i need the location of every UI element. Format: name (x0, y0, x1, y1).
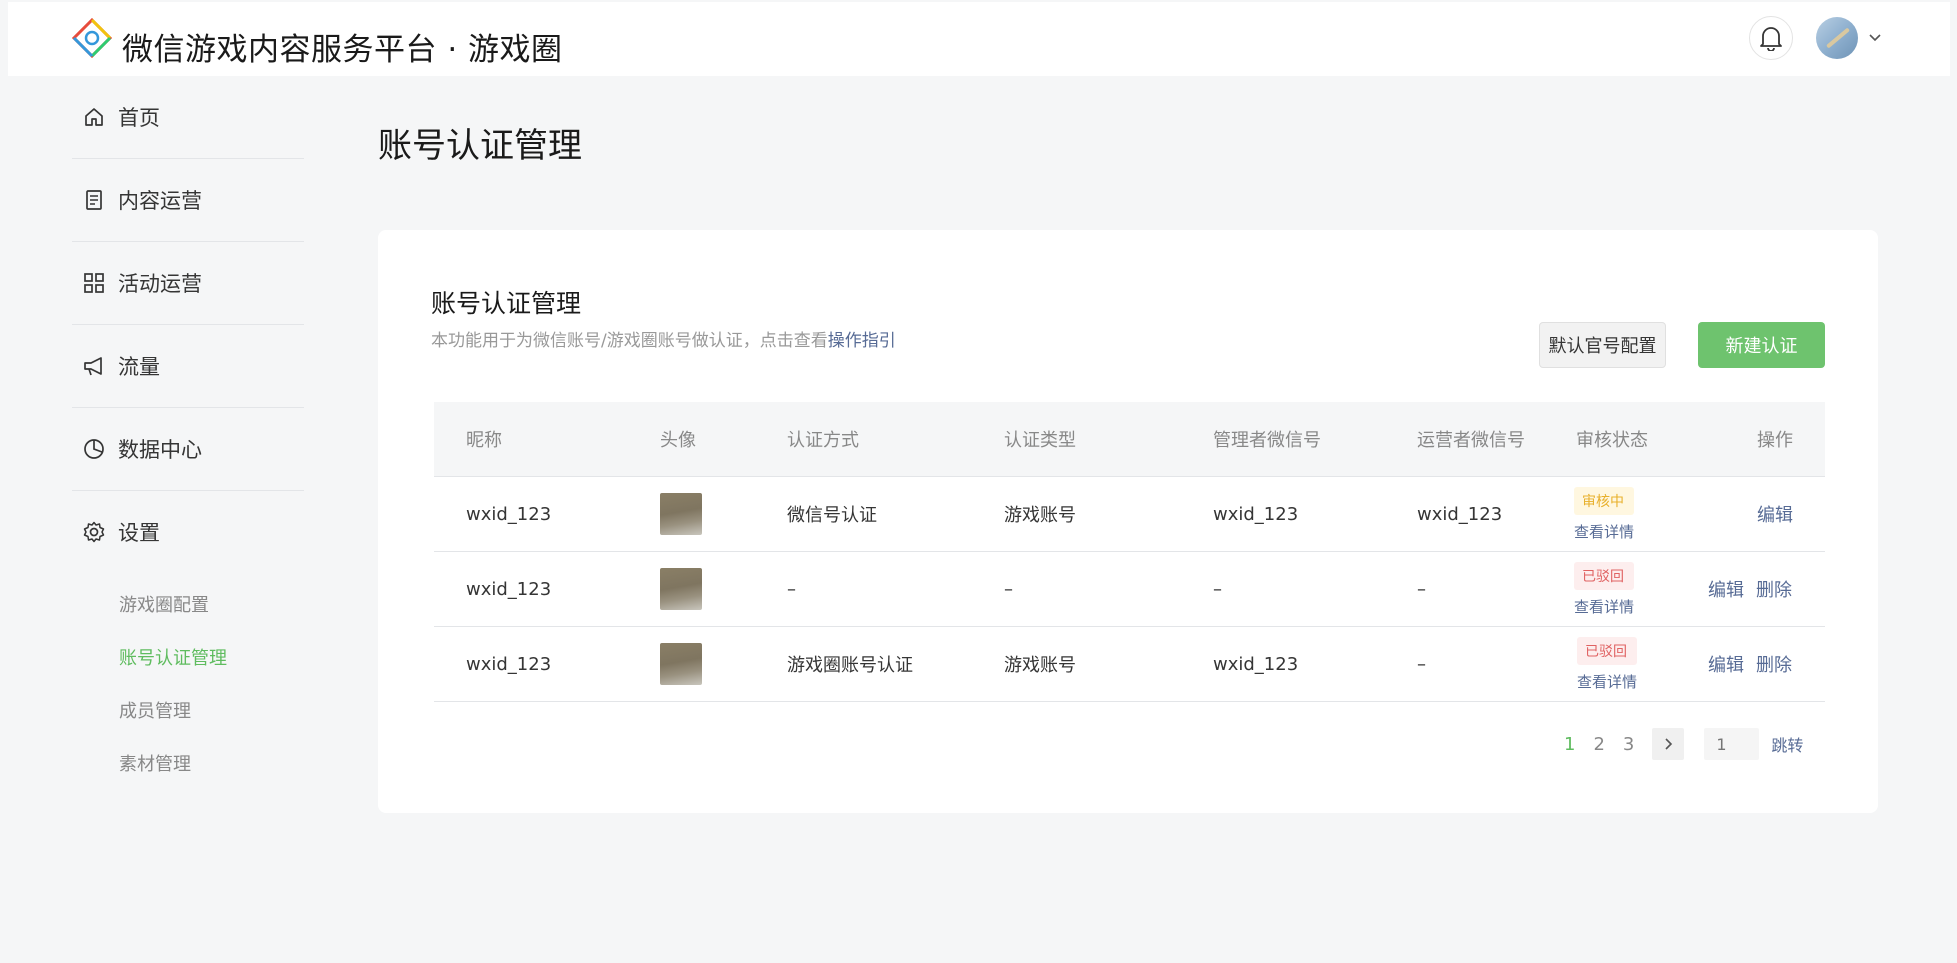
status-badge: 审核中 (1574, 486, 1635, 515)
avatar-thumbnail (660, 568, 702, 610)
sidebar-item-data-center[interactable]: 数据中心 (72, 408, 304, 491)
cell-admin: wxid_123 (1213, 653, 1299, 675)
sidebar-subitem-material-management[interactable]: 素材管理 (72, 736, 304, 789)
cell-status: 审核中 查看详情 (1574, 477, 1635, 551)
sidebar-item-label: 数据中心 (118, 438, 202, 462)
view-details-link[interactable]: 查看详情 (1574, 596, 1634, 617)
cell-type: 游戏账号 (1004, 655, 1076, 676)
page-link-1[interactable]: 1 (1564, 734, 1575, 755)
chevron-right-icon (1665, 738, 1673, 750)
sidebar-subitem-game-circle-config[interactable]: 游戏圈配置 (72, 577, 304, 630)
column-header-admin: 管理者微信号 (1213, 430, 1321, 451)
cell-status: 已驳回 查看详情 (1577, 627, 1638, 701)
page-jump-button[interactable]: 跳转 (1771, 732, 1803, 756)
sidebar-item-label: 内容运营 (118, 189, 202, 213)
cell-actions: 编辑 删除 (1708, 552, 1792, 626)
edit-button[interactable]: 编辑 (1757, 501, 1793, 527)
avatar-thumbnail (660, 493, 702, 535)
status-badge: 已驳回 (1577, 636, 1638, 665)
sidebar-item-traffic[interactable]: 流量 (72, 325, 304, 408)
sidebar-item-content-ops[interactable]: 内容运营 (72, 159, 304, 242)
sidebar-item-label: 设置 (118, 521, 160, 545)
page-title: 账号认证管理 (378, 126, 582, 166)
page-link-3[interactable]: 3 (1623, 734, 1634, 755)
column-header-method: 认证方式 (787, 430, 859, 451)
edit-button[interactable]: 编辑 (1708, 651, 1744, 677)
cell-method: 微信号认证 (787, 505, 877, 526)
delete-button[interactable]: 删除 (1756, 576, 1792, 602)
sidebar-item-settings[interactable]: 设置 (72, 491, 304, 573)
main-card: 账号认证管理 本功能用于为微信账号/游戏圈账号做认证，点击查看操作指引 默认官号… (378, 230, 1878, 813)
sidebar-item-label: 首页 (118, 106, 160, 130)
status-badge: 已驳回 (1574, 561, 1635, 590)
avatar (1816, 17, 1858, 59)
cell-operator: – (1417, 578, 1426, 600)
default-official-account-config-button[interactable]: 默认官号配置 (1539, 322, 1666, 368)
pagination: 1 2 3 跳转 (1564, 728, 1803, 760)
cell-admin: – (1213, 578, 1222, 600)
notification-button[interactable] (1749, 16, 1793, 60)
table-row: wxid_123 游戏圈账号认证 游戏账号 wxid_123 – 已驳回 查看详… (434, 627, 1825, 702)
cell-avatar (660, 552, 702, 626)
column-header-type: 认证类型 (1004, 430, 1076, 451)
edit-button[interactable]: 编辑 (1708, 576, 1744, 602)
sidebar-subitem-member-management[interactable]: 成员管理 (72, 683, 304, 736)
operation-guide-link[interactable]: 操作指引 (828, 331, 896, 351)
sidebar-item-label: 活动运营 (118, 272, 202, 296)
column-header-status: 审核状态 (1576, 430, 1648, 451)
avatar-thumbnail (660, 643, 702, 685)
next-page-button[interactable] (1652, 728, 1685, 760)
settings-subnav: 游戏圈配置 账号认证管理 成员管理 素材管理 (72, 577, 304, 789)
cell-nickname: wxid_123 (466, 578, 552, 600)
card-title: 账号认证管理 (431, 289, 582, 318)
table-row: wxid_123 微信号认证 游戏账号 wxid_123 wxid_123 审核… (434, 477, 1825, 552)
card-description: 本功能用于为微信账号/游戏圈账号做认证，点击查看操作指引 (431, 326, 896, 351)
document-icon (82, 188, 106, 212)
delete-button[interactable]: 删除 (1756, 651, 1792, 677)
sidebar-item-activity-ops[interactable]: 活动运营 (72, 242, 304, 325)
column-header-nickname: 昵称 (466, 430, 502, 451)
verification-table: 昵称 头像 认证方式 认证类型 管理者微信号 运营者微信号 审核状态 操作 wx… (434, 402, 1825, 702)
cell-method: 游戏圈账号认证 (787, 655, 913, 676)
gear-icon (82, 520, 106, 544)
sidebar-item-home[interactable]: 首页 (72, 76, 304, 159)
grid-icon (82, 271, 106, 295)
diamond-logo-icon (71, 17, 113, 59)
user-menu-button[interactable] (1816, 16, 1882, 60)
column-header-action: 操作 (1757, 430, 1793, 451)
cell-operator: – (1417, 653, 1426, 675)
table-row: wxid_123 – – – – 已驳回 查看详情 编辑 删除 (434, 552, 1825, 627)
cell-operator: wxid_123 (1417, 503, 1503, 525)
top-bar: 微信游戏内容服务平台 · 游戏圈 (8, 2, 1950, 76)
card-description-text: 本功能用于为微信账号/游戏圈账号做认证，点击查看 (431, 331, 828, 351)
cell-type: 游戏账号 (1004, 505, 1076, 526)
cell-method: – (787, 578, 796, 600)
sidebar: 首页 内容运营 活动运营 流量 数据中心 设置 游戏圈配置 账号认证管理 成员管… (72, 76, 304, 789)
view-details-link[interactable]: 查看详情 (1574, 521, 1634, 542)
table-header: 昵称 头像 认证方式 认证类型 管理者微信号 运营者微信号 审核状态 操作 (434, 402, 1825, 477)
megaphone-icon (82, 354, 106, 378)
view-details-link[interactable]: 查看详情 (1577, 671, 1637, 692)
cell-actions: 编辑 (1757, 477, 1793, 551)
column-header-avatar: 头像 (660, 430, 696, 451)
page-jump-input[interactable] (1704, 728, 1760, 760)
column-header-operator: 运营者微信号 (1417, 430, 1525, 451)
cell-avatar (660, 477, 702, 551)
app-title: 微信游戏内容服务平台 · 游戏圈 (122, 32, 563, 68)
chevron-down-icon (1869, 34, 1881, 42)
cell-avatar (660, 627, 702, 701)
cell-actions: 编辑 删除 (1708, 627, 1792, 701)
cell-nickname: wxid_123 (466, 653, 552, 675)
cell-type: – (1004, 578, 1013, 600)
cell-nickname: wxid_123 (466, 503, 552, 525)
cell-status: 已驳回 查看详情 (1574, 552, 1635, 626)
cell-admin: wxid_123 (1213, 503, 1299, 525)
pie-chart-icon (82, 437, 106, 461)
bell-icon (1760, 27, 1782, 51)
new-verification-button[interactable]: 新建认证 (1698, 322, 1825, 368)
sidebar-item-label: 流量 (118, 355, 160, 379)
sidebar-subitem-account-verification[interactable]: 账号认证管理 (72, 630, 304, 683)
home-icon (82, 105, 106, 129)
page-link-2[interactable]: 2 (1593, 734, 1604, 755)
